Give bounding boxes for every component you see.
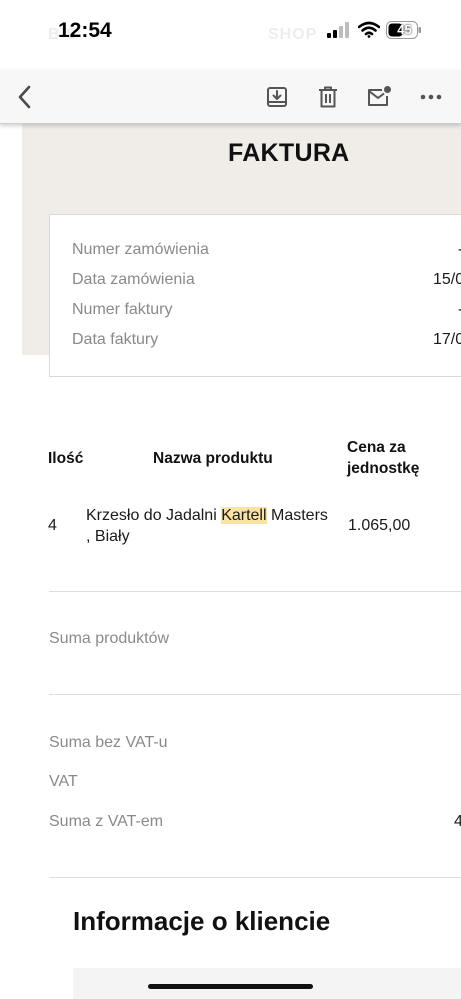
sum-products-label: Suma produktów xyxy=(49,630,170,647)
row-qty: 4 xyxy=(48,517,57,534)
battery-level: 45 xyxy=(397,22,412,37)
product-name-highlight: Kartell xyxy=(221,507,267,524)
product-name-part: Masters xyxy=(266,507,328,524)
info-value: 15/0 xyxy=(433,271,461,288)
table-header-price-line1: Cena za xyxy=(347,439,406,456)
info-row-invoice-number: Numer faktury - xyxy=(72,301,461,323)
sum-gross-value: 4 xyxy=(454,813,461,830)
home-indicator[interactable] xyxy=(148,984,313,989)
table-header-name: Nazwa produktu xyxy=(153,450,273,467)
email-view: B S SHOP 12:54 45 FAKTURA Numer zamówien… xyxy=(0,0,461,999)
archive-icon xyxy=(267,87,287,107)
table-header-qty: Ilość xyxy=(48,450,84,467)
back-button[interactable] xyxy=(10,82,40,112)
table-header-price-line2: jednostkę xyxy=(347,460,420,477)
sum-net-label: Suma bez VAT-u xyxy=(49,734,168,751)
divider xyxy=(49,877,461,878)
info-label: Numer faktury xyxy=(72,301,173,318)
product-name-part: Krzesło do Jadalni xyxy=(86,507,222,524)
info-label: Data faktury xyxy=(72,331,159,348)
mark-unread-icon xyxy=(368,86,391,106)
archive-button[interactable] xyxy=(262,82,292,112)
invoice-title: FAKTURA xyxy=(228,139,350,167)
customer-info-title: Informacje o kliencie xyxy=(73,906,331,936)
row-price: 1.065,00 xyxy=(348,517,411,534)
back-icon xyxy=(18,85,31,109)
vat-label: VAT xyxy=(49,773,78,790)
info-value: 17/0 xyxy=(433,331,461,348)
status-time: 12:54 xyxy=(58,19,112,42)
info-row-order-number: Numer zamówienia - xyxy=(72,241,461,263)
info-label: Numer zamówienia xyxy=(72,241,209,258)
cellular-signal-icon xyxy=(327,22,349,38)
row-product-name-line2: , Biały xyxy=(86,528,130,545)
status-bar: B S SHOP 12:54 45 xyxy=(0,0,461,64)
wifi-icon xyxy=(358,21,380,38)
sum-gross-label: Suma z VAT-em xyxy=(49,813,164,830)
info-row-invoice-date: Data faktury 17/0 xyxy=(72,331,461,353)
row-product-name-line1: Krzesło do Jadalni Kartell Masters xyxy=(86,505,346,526)
divider xyxy=(49,694,461,695)
row-product-name: Krzesło do Jadalni Kartell Masters , Bia… xyxy=(86,505,346,547)
info-row-order-date: Data zamówienia 15/0 xyxy=(72,271,461,293)
mail-toolbar xyxy=(0,70,461,124)
info-label: Data zamówienia xyxy=(72,271,195,288)
delete-button[interactable] xyxy=(313,82,343,112)
more-button[interactable] xyxy=(416,82,446,112)
trash-icon xyxy=(319,86,337,108)
mark-unread-button[interactable] xyxy=(364,82,394,112)
more-icon xyxy=(420,94,442,100)
table-header-price: Cena za jednostkę xyxy=(347,437,419,479)
ghost-shop-label: SHOP xyxy=(268,26,318,43)
divider xyxy=(49,591,461,592)
